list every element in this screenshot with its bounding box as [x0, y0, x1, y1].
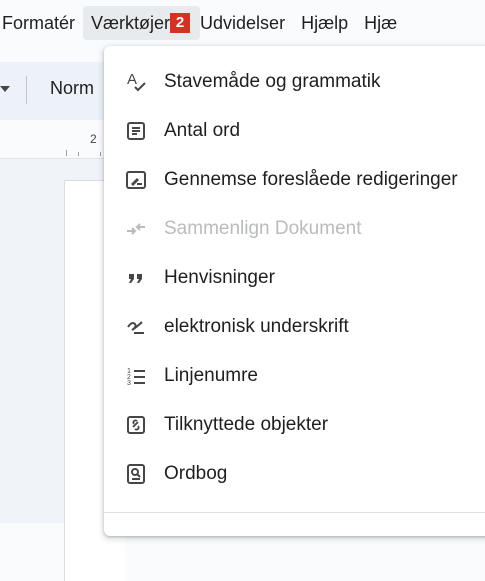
signature-icon	[124, 315, 148, 339]
line-numbers-icon: 123	[124, 364, 148, 388]
menu-item-label: Linjenumre	[164, 365, 258, 386]
linked-objects-icon	[124, 413, 148, 437]
menu-vaerktojer-label: Værktøjer	[91, 13, 171, 33]
menu-item-citations[interactable]: Henvisninger	[104, 254, 485, 302]
menu-item-compare-documents[interactable]: Sammenlign Dokument	[104, 205, 485, 253]
quote-icon	[124, 266, 148, 290]
dictionary-icon	[124, 462, 148, 486]
chevron-down-icon[interactable]	[0, 86, 10, 92]
ruler-tick	[100, 152, 101, 156]
menu-item-label: Antal ord	[164, 120, 241, 141]
menu-item-esignature[interactable]: elektronisk underskrift	[104, 303, 485, 351]
tools-dropdown-menu: A Stavemåde og grammatik Antal ord Genne…	[104, 46, 485, 536]
word-count-icon	[124, 119, 148, 143]
menu-item-dictionary[interactable]: Ordbog	[104, 450, 485, 498]
ruler-number: 2	[90, 132, 97, 146]
menu-vaerktojer[interactable]: Værktøjer 2	[83, 6, 201, 40]
review-edits-icon	[124, 168, 148, 192]
menu-item-linked-objects[interactable]: Tilknyttede objekter	[104, 401, 485, 449]
svg-text:A: A	[127, 71, 137, 88]
menu-formater[interactable]: Formatér	[0, 6, 83, 40]
menu-item-label: Gennemse foreslåede redigeringer	[164, 169, 458, 190]
menu-bar: Formatér Værktøjer 2 Udvidelser Hjælp Hjæ	[0, 0, 485, 46]
spellcheck-icon: A	[124, 70, 148, 94]
toolbar-divider	[26, 76, 27, 104]
menu-item-word-count[interactable]: Antal ord	[104, 107, 485, 155]
menu-hjaelp[interactable]: Hjælp	[293, 6, 356, 40]
svg-text:3: 3	[127, 380, 131, 387]
compare-icon	[124, 217, 148, 241]
menu-udvidelser[interactable]: Udvidelser	[200, 6, 293, 40]
menu-item-label: Tilknyttede objekter	[164, 414, 329, 435]
menu-item-review-edits[interactable]: Gennemse foreslåede redigeringer	[104, 156, 485, 204]
ruler-tick	[66, 150, 67, 156]
menu-item-label: Ordbog	[164, 463, 228, 484]
menu-item-label: Stavemåde og grammatik	[164, 71, 381, 92]
menu-item-spelling-grammar[interactable]: A Stavemåde og grammatik	[104, 58, 485, 106]
annotation-badge: 2	[170, 13, 191, 33]
menu-item-label: Henvisninger	[164, 267, 275, 288]
paragraph-style-select[interactable]: Norm	[50, 78, 94, 99]
menu-item-line-numbers[interactable]: 123 Linjenumre	[104, 352, 485, 400]
menu-item-label: Sammenlign Dokument	[164, 218, 362, 239]
menu-hjaelp-truncated[interactable]: Hjæ	[356, 6, 405, 40]
ruler-tick	[78, 152, 79, 156]
menu-divider	[104, 512, 485, 513]
menu-item-label: elektronisk underskrift	[164, 316, 349, 337]
